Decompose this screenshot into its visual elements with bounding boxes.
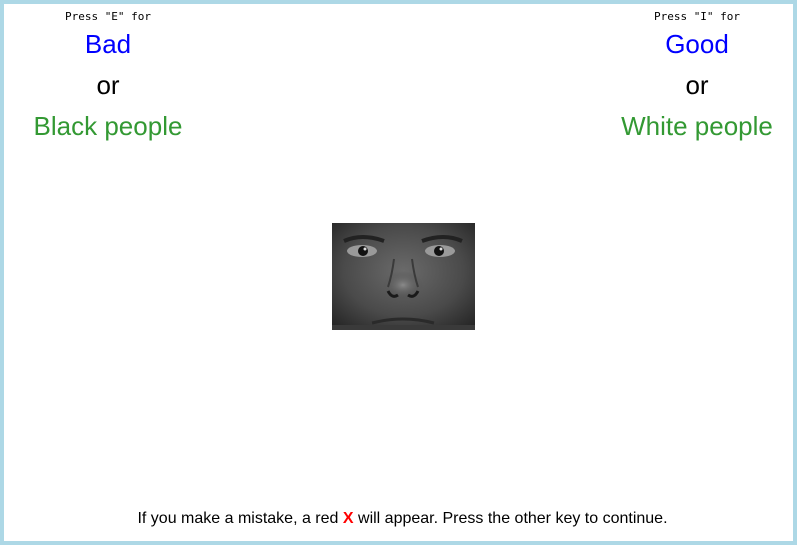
error-instruction-after: will appear. Press the other key to cont… [358, 510, 668, 527]
iat-task-frame: Press "E" for Bad or Black people Press … [0, 0, 797, 545]
left-attribute-label: Bad [84, 29, 132, 59]
error-mark: X [342, 510, 354, 527]
stimulus-face-image [332, 223, 475, 330]
right-attribute-label: Good [665, 29, 729, 59]
right-or-label: or [685, 70, 709, 100]
right-key-panel: Press "I" for Good or White people [597, 10, 797, 147]
left-key-panel: Press "E" for Bad or Black people [8, 10, 208, 147]
left-category-label: Black people [33, 111, 183, 141]
right-category-label: White people [621, 111, 773, 141]
left-or-label: or [96, 70, 120, 100]
left-key-instruction: Press "E" for [64, 10, 152, 23]
error-instruction: If you make a mistake, a red X will appe… [4, 509, 797, 529]
error-instruction-before: If you make a mistake, a red [137, 510, 339, 527]
right-key-instruction: Press "I" for [653, 10, 741, 23]
